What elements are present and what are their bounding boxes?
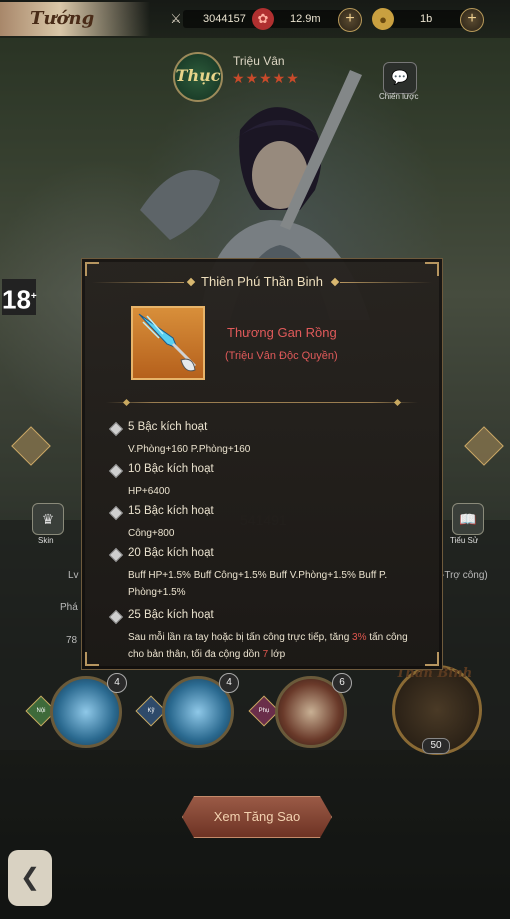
add-rose-button[interactable]: +: [338, 8, 362, 32]
item-exclusive-note: (Triệu Vân Độc Quyền): [225, 350, 338, 362]
rose-resource: ✿ 12.9m: [252, 8, 360, 30]
divine-weapon-level: 50: [422, 738, 450, 754]
tier-heading: 5 Bậc kích hoạt: [128, 421, 208, 433]
coin-value: 1b: [420, 13, 433, 25]
history-label: Tiểu Sử: [450, 536, 479, 545]
tier-heading: 10 Bậc kích hoạt: [128, 463, 214, 475]
diamond-bullet-icon: [108, 505, 124, 521]
coin-icon: ●: [372, 8, 394, 30]
tier-bonus: Buff HP+1.5% Buff Công+1.5% Buff V.Phòng…: [128, 570, 388, 598]
screen-title: Tướng: [30, 8, 95, 29]
tier-bonus: HP+6400: [128, 486, 170, 497]
tier-heading: 15 Bậc kích hoạt: [128, 505, 214, 517]
diamond-bullet-icon: [108, 547, 124, 563]
spear-icon: [131, 306, 205, 380]
talent-popup: Thiên Phú Thần Binh Thương Gan Rồng (Tri…: [81, 258, 443, 670]
add-coin-button[interactable]: +: [460, 8, 484, 32]
skill-slot-3[interactable]: 6: [275, 673, 352, 748]
bond-value: 78: [66, 635, 78, 646]
back-arrow-icon[interactable]: ❮: [8, 850, 52, 906]
rose-icon: ✿: [252, 8, 274, 30]
skin-icon[interactable]: ♛: [32, 503, 64, 535]
diamond-bullet-icon: [108, 421, 124, 437]
section-divider: [106, 402, 418, 403]
tier-heading: 25 Bậc kích hoạt: [128, 609, 214, 621]
top-bar: Tướng ⚔ 3044157 ✿ 12.9m + ● 1b +: [0, 0, 510, 38]
support-hint: -Trợ công): [441, 570, 488, 581]
tier-heading: 20 Bậc kích hoạt: [128, 547, 214, 559]
level-label: Lv: [68, 570, 79, 581]
power-value: 3044157: [203, 13, 246, 25]
breakthrough-label: Phá: [60, 602, 78, 613]
crossed-swords-icon: ⚔: [170, 11, 182, 26]
hero-stars: ★★★★★: [232, 70, 300, 86]
skill-slot-2[interactable]: 4: [162, 673, 239, 748]
skin-label: Skin: [38, 536, 54, 545]
diamond-bullet-icon: [108, 609, 124, 625]
view-star-up-button[interactable]: Xem Tăng Sao: [182, 796, 332, 838]
book-icon[interactable]: 📖: [452, 503, 484, 535]
screen-title-tab: Tướng: [0, 2, 150, 36]
strategy-label: Chiến lược: [379, 92, 419, 101]
coin-resource: ● 1b: [372, 8, 480, 30]
item-name: Thương Gan Rồng: [227, 325, 337, 340]
age-rating-badge: 18+: [2, 279, 37, 315]
diamond-bullet-icon: [108, 463, 124, 479]
rose-value: 12.9m: [290, 13, 321, 25]
tier-bonus: Công+800: [128, 528, 175, 539]
chat-icon[interactable]: 💬: [383, 62, 417, 94]
skill-slot-1[interactable]: 4: [50, 673, 127, 748]
tier-bonus: Sau mỗi lần ra tay hoặc bị tấn công trực…: [128, 632, 408, 660]
tier-bonus: V.Phòng+160 P.Phòng+160: [128, 444, 251, 455]
title-right-rule: [340, 282, 432, 283]
hero-name: Triệu Vân: [233, 54, 285, 68]
faction-badge: Thục: [173, 52, 223, 102]
